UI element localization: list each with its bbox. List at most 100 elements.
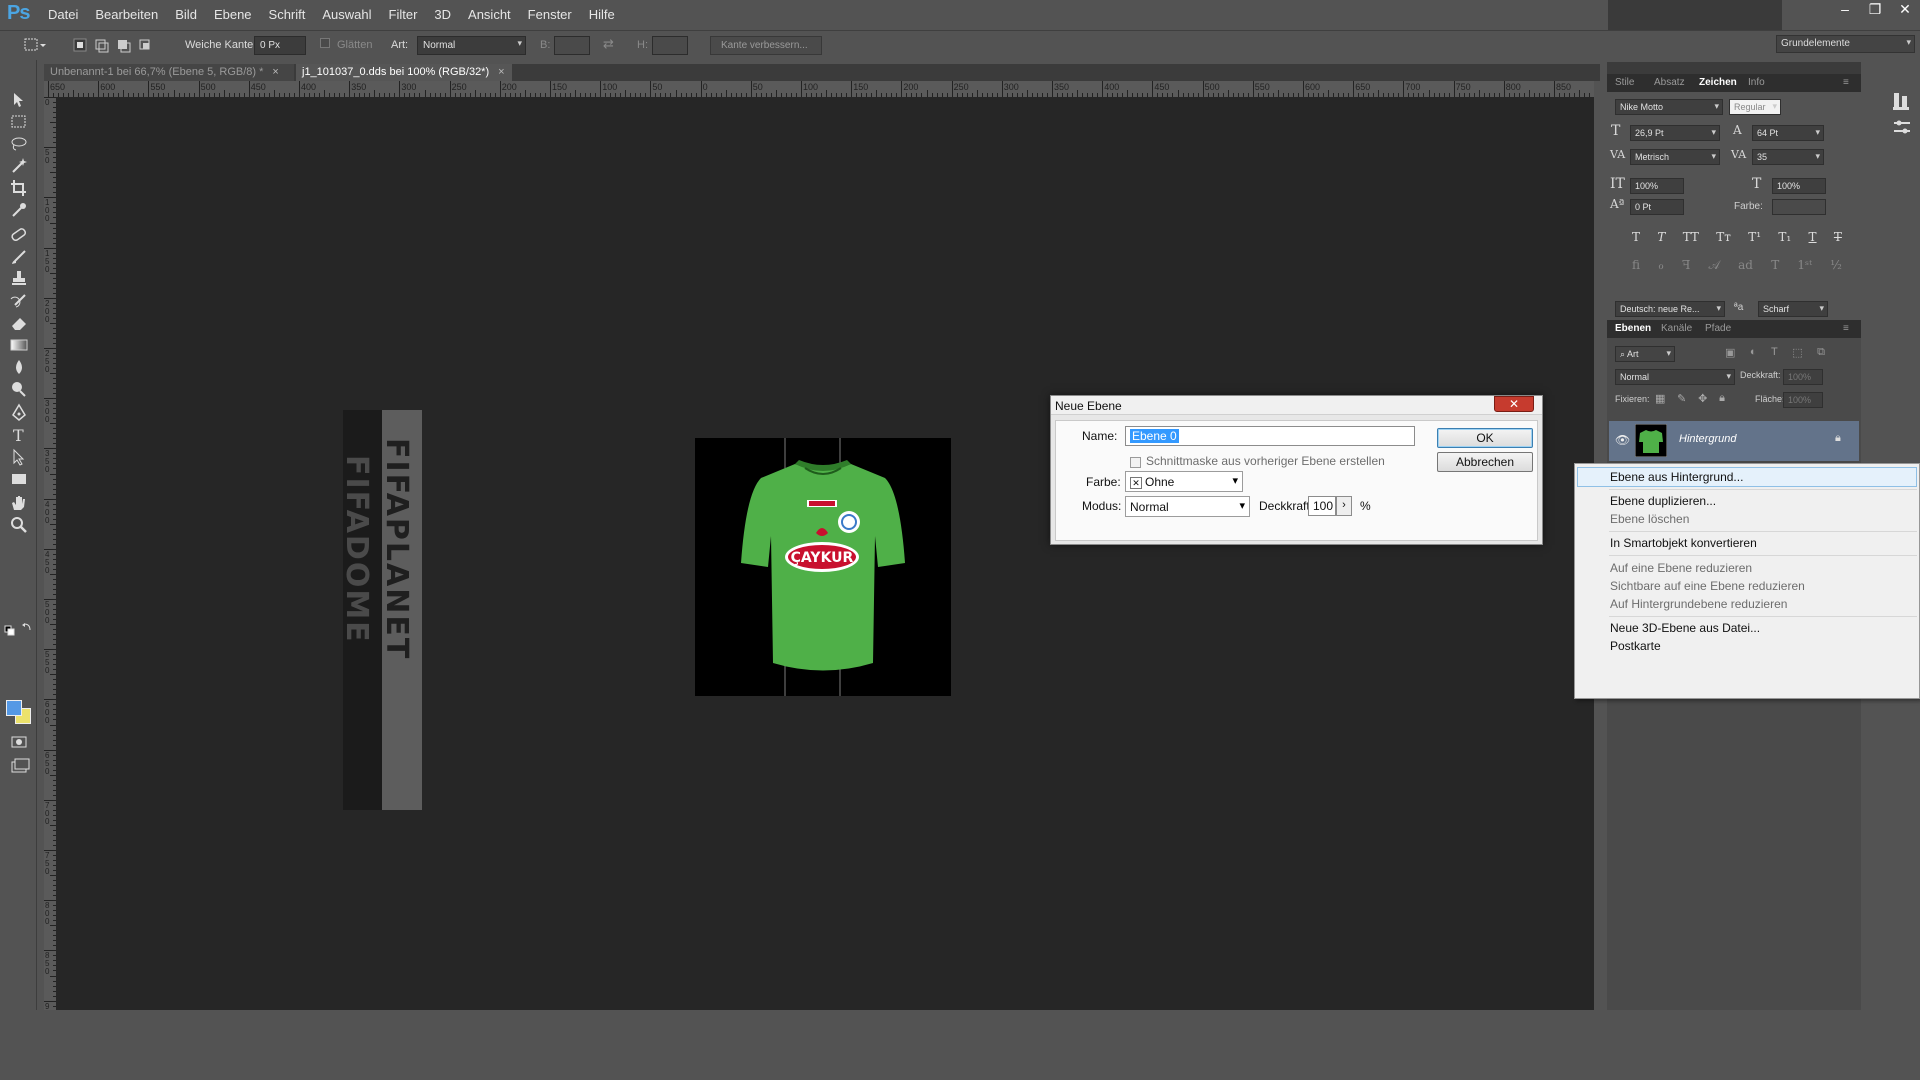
crop-tool-icon[interactable] — [8, 178, 30, 198]
layer-filter-select[interactable]: ⌕ Art — [1615, 346, 1675, 362]
menu-ansicht[interactable]: Ansicht — [468, 7, 511, 22]
width-input[interactable] — [554, 36, 590, 55]
lock-position-icon[interactable]: ✥ — [1698, 392, 1707, 405]
quick-mask-icon[interactable] — [8, 732, 30, 752]
history-brush-tool-icon[interactable] — [8, 291, 30, 311]
path-selection-tool-icon[interactable] — [8, 447, 30, 467]
default-colors-icon[interactable] — [4, 622, 34, 636]
blend-mode-select[interactable]: Normal — [1615, 369, 1735, 385]
all-caps-icon[interactable]: TT — [1683, 230, 1699, 244]
canvas-area[interactable]: FIFADOME FIFAPLANET ÇAYKUR — [56, 97, 1594, 1010]
clip-mask-checkbox[interactable] — [1130, 457, 1141, 468]
opacity-slider-arrow-icon[interactable]: › — [1336, 496, 1352, 516]
move-tool-icon[interactable] — [8, 90, 30, 110]
name-input[interactable]: Ebene 0 — [1125, 426, 1415, 446]
opacity-input[interactable]: 100% — [1783, 369, 1823, 385]
language-select[interactable]: Deutsch: neue Re... — [1615, 301, 1725, 317]
menu-schrift[interactable]: Schrift — [269, 7, 306, 22]
healing-brush-tool-icon[interactable] — [8, 225, 30, 245]
layers-panel-menu-icon[interactable]: ≡ — [1843, 323, 1849, 334]
swash-icon[interactable]: ꟻ — [1682, 258, 1690, 273]
lock-pixels-icon[interactable]: ✎ — [1677, 392, 1686, 405]
small-caps-icon[interactable]: Tт — [1716, 230, 1731, 244]
tab-pfade[interactable]: Pfade — [1705, 323, 1731, 334]
zoom-tool-icon[interactable] — [8, 515, 30, 535]
filter-shape-icon[interactable]: ⬚ — [1792, 346, 1802, 359]
tab-close-icon[interactable]: × — [272, 66, 278, 78]
restore-button[interactable]: ❐ — [1860, 0, 1890, 20]
tab-kanaele[interactable]: Kanäle — [1661, 323, 1692, 334]
close-window-button[interactable]: ✕ — [1890, 0, 1920, 20]
dialog-opacity-input[interactable]: 100 — [1308, 496, 1336, 516]
menu-datei[interactable]: Datei — [48, 7, 78, 22]
height-input[interactable] — [652, 36, 688, 55]
mode-select[interactable]: Normal — [1125, 496, 1250, 517]
faux-bold-icon[interactable]: T — [1632, 230, 1640, 244]
tracking-select[interactable]: 35 — [1752, 149, 1824, 165]
ordinals-icon[interactable]: T — [1771, 258, 1779, 273]
menu-duplicate-layer[interactable]: Ebene duplizieren... — [1610, 494, 1716, 508]
eraser-tool-icon[interactable] — [8, 313, 30, 333]
ligatures-icon[interactable]: ﬁ — [1632, 258, 1640, 273]
pen-tool-icon[interactable] — [8, 403, 30, 423]
filter-adjustment-icon[interactable]: ◐ — [1750, 346, 1757, 359]
tab-close-icon[interactable]: × — [498, 66, 504, 78]
tab-unbenannt[interactable]: Unbenannt-1 bei 66,7% (Ebene 5, RGB/8) *… — [44, 64, 294, 81]
marquee-tool-icon[interactable] — [8, 112, 30, 132]
selection-mode-icons[interactable] — [72, 37, 152, 53]
workspace-select[interactable]: Grundelemente — [1776, 35, 1915, 53]
filter-type-icon[interactable]: T — [1771, 346, 1778, 359]
stylistic-alternates-icon[interactable]: 𝒜 — [1709, 258, 1720, 273]
antialias-select[interactable]: Scharf — [1758, 301, 1828, 317]
panel-menu-icon[interactable]: ≡ — [1843, 77, 1849, 88]
menu-ebene[interactable]: Ebene — [214, 7, 252, 22]
baseline-shift-input[interactable]: 0 Pt — [1630, 199, 1684, 215]
brush-settings-icon[interactable] — [1891, 117, 1913, 139]
type-tool-icon[interactable]: T — [8, 425, 30, 445]
discretionary-ligatures-icon[interactable]: ℴ — [1658, 258, 1664, 273]
menu-auswahl[interactable]: Auswahl — [322, 7, 371, 22]
fill-input[interactable]: 100% — [1783, 392, 1823, 408]
fractions-icon[interactable]: ½ — [1830, 258, 1842, 273]
brush-preset-icon[interactable] — [1891, 90, 1913, 112]
layer-lock-icon[interactable]: 🔒︎ — [1835, 432, 1841, 445]
lock-transparency-icon[interactable]: ▦ — [1655, 392, 1665, 405]
strikethrough-icon[interactable]: T — [1834, 230, 1842, 244]
color-select[interactable]: ✕ Ohne — [1125, 471, 1243, 492]
menu-convert-smart-object[interactable]: In Smartobjekt konvertieren — [1610, 536, 1757, 550]
style-select[interactable]: Normal — [417, 36, 526, 55]
menu-bild[interactable]: Bild — [175, 7, 197, 22]
subscript-icon[interactable]: T₁ — [1778, 230, 1791, 244]
foreground-color-swatch[interactable] — [6, 700, 22, 716]
ordinal-st-icon[interactable]: 1ˢᵗ — [1797, 258, 1812, 273]
menu-postcard[interactable]: Postkarte — [1610, 639, 1661, 653]
titling-alternates-icon[interactable]: ad — [1738, 258, 1753, 273]
marquee-preset-icon[interactable] — [22, 37, 46, 53]
menu-hilfe[interactable]: Hilfe — [589, 7, 615, 22]
ok-button[interactable]: OK — [1437, 428, 1533, 448]
vertical-scale-input[interactable]: 100% — [1630, 178, 1684, 194]
menu-filter[interactable]: Filter — [389, 7, 418, 22]
cancel-button[interactable]: Abbrechen — [1437, 452, 1533, 472]
superscript-icon[interactable]: T¹ — [1748, 230, 1761, 244]
antialias-checkbox[interactable] — [320, 38, 330, 48]
font-size-select[interactable]: 26,9 Pt — [1630, 125, 1720, 141]
tab-info[interactable]: Info — [1748, 77, 1765, 88]
clone-stamp-tool-icon[interactable] — [8, 269, 30, 289]
swap-dimensions-icon[interactable]: ⇄ — [603, 36, 614, 52]
menu-layer-from-background[interactable]: Ebene aus Hintergrund... — [1610, 470, 1743, 484]
tab-ebenen[interactable]: Ebenen — [1615, 323, 1651, 334]
tab-absatz[interactable]: Absatz — [1654, 77, 1685, 88]
layer-name[interactable]: Hintergrund — [1679, 433, 1736, 445]
dodge-tool-icon[interactable] — [8, 379, 30, 399]
feather-input[interactable]: 0 Px — [254, 36, 306, 55]
screen-mode-icon[interactable] — [8, 756, 30, 776]
layer-row[interactable]: 👁︎ Hintergrund 🔒︎ — [1609, 421, 1859, 461]
font-family-select[interactable]: Nike Motto — [1615, 99, 1723, 115]
menu-3d[interactable]: 3D — [434, 7, 451, 22]
gradient-tool-icon[interactable] — [8, 335, 30, 355]
dialog-close-button[interactable]: ✕ — [1494, 396, 1534, 412]
refine-edge-button[interactable]: Kante verbessern... — [710, 36, 822, 55]
brush-tool-icon[interactable] — [8, 247, 30, 267]
text-color-swatch[interactable] — [1772, 199, 1826, 215]
